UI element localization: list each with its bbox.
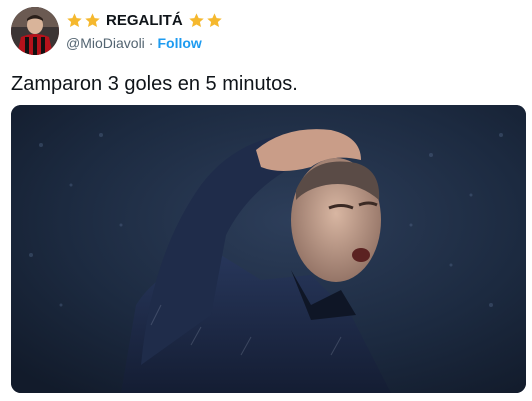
avatar[interactable]: [11, 7, 59, 55]
tweet-media[interactable]: [11, 105, 526, 393]
separator-dot: ·: [148, 35, 154, 51]
star-icon: [67, 13, 82, 28]
photo-image: [11, 105, 526, 393]
handle-row: @MioDiavoli · Follow: [66, 35, 202, 51]
tweet-text: Zamparon 3 goles en 5 minutos.: [11, 73, 298, 95]
trailing-stars: [188, 12, 223, 29]
leading-stars: [66, 12, 101, 29]
follow-button[interactable]: Follow: [157, 35, 201, 51]
author-display-name[interactable]: REGALITÁ: [106, 12, 183, 29]
author-name-row[interactable]: REGALITÁ: [66, 12, 223, 29]
avatar-photo: [11, 7, 59, 55]
star-icon: [188, 13, 204, 28]
star-icon: [206, 13, 222, 28]
tweet-card: REGALITÁ @MioDiavoli · Follow Zamparon 3…: [0, 0, 532, 401]
star-icon: [85, 13, 100, 28]
author-handle[interactable]: @MioDiavoli: [66, 35, 145, 51]
